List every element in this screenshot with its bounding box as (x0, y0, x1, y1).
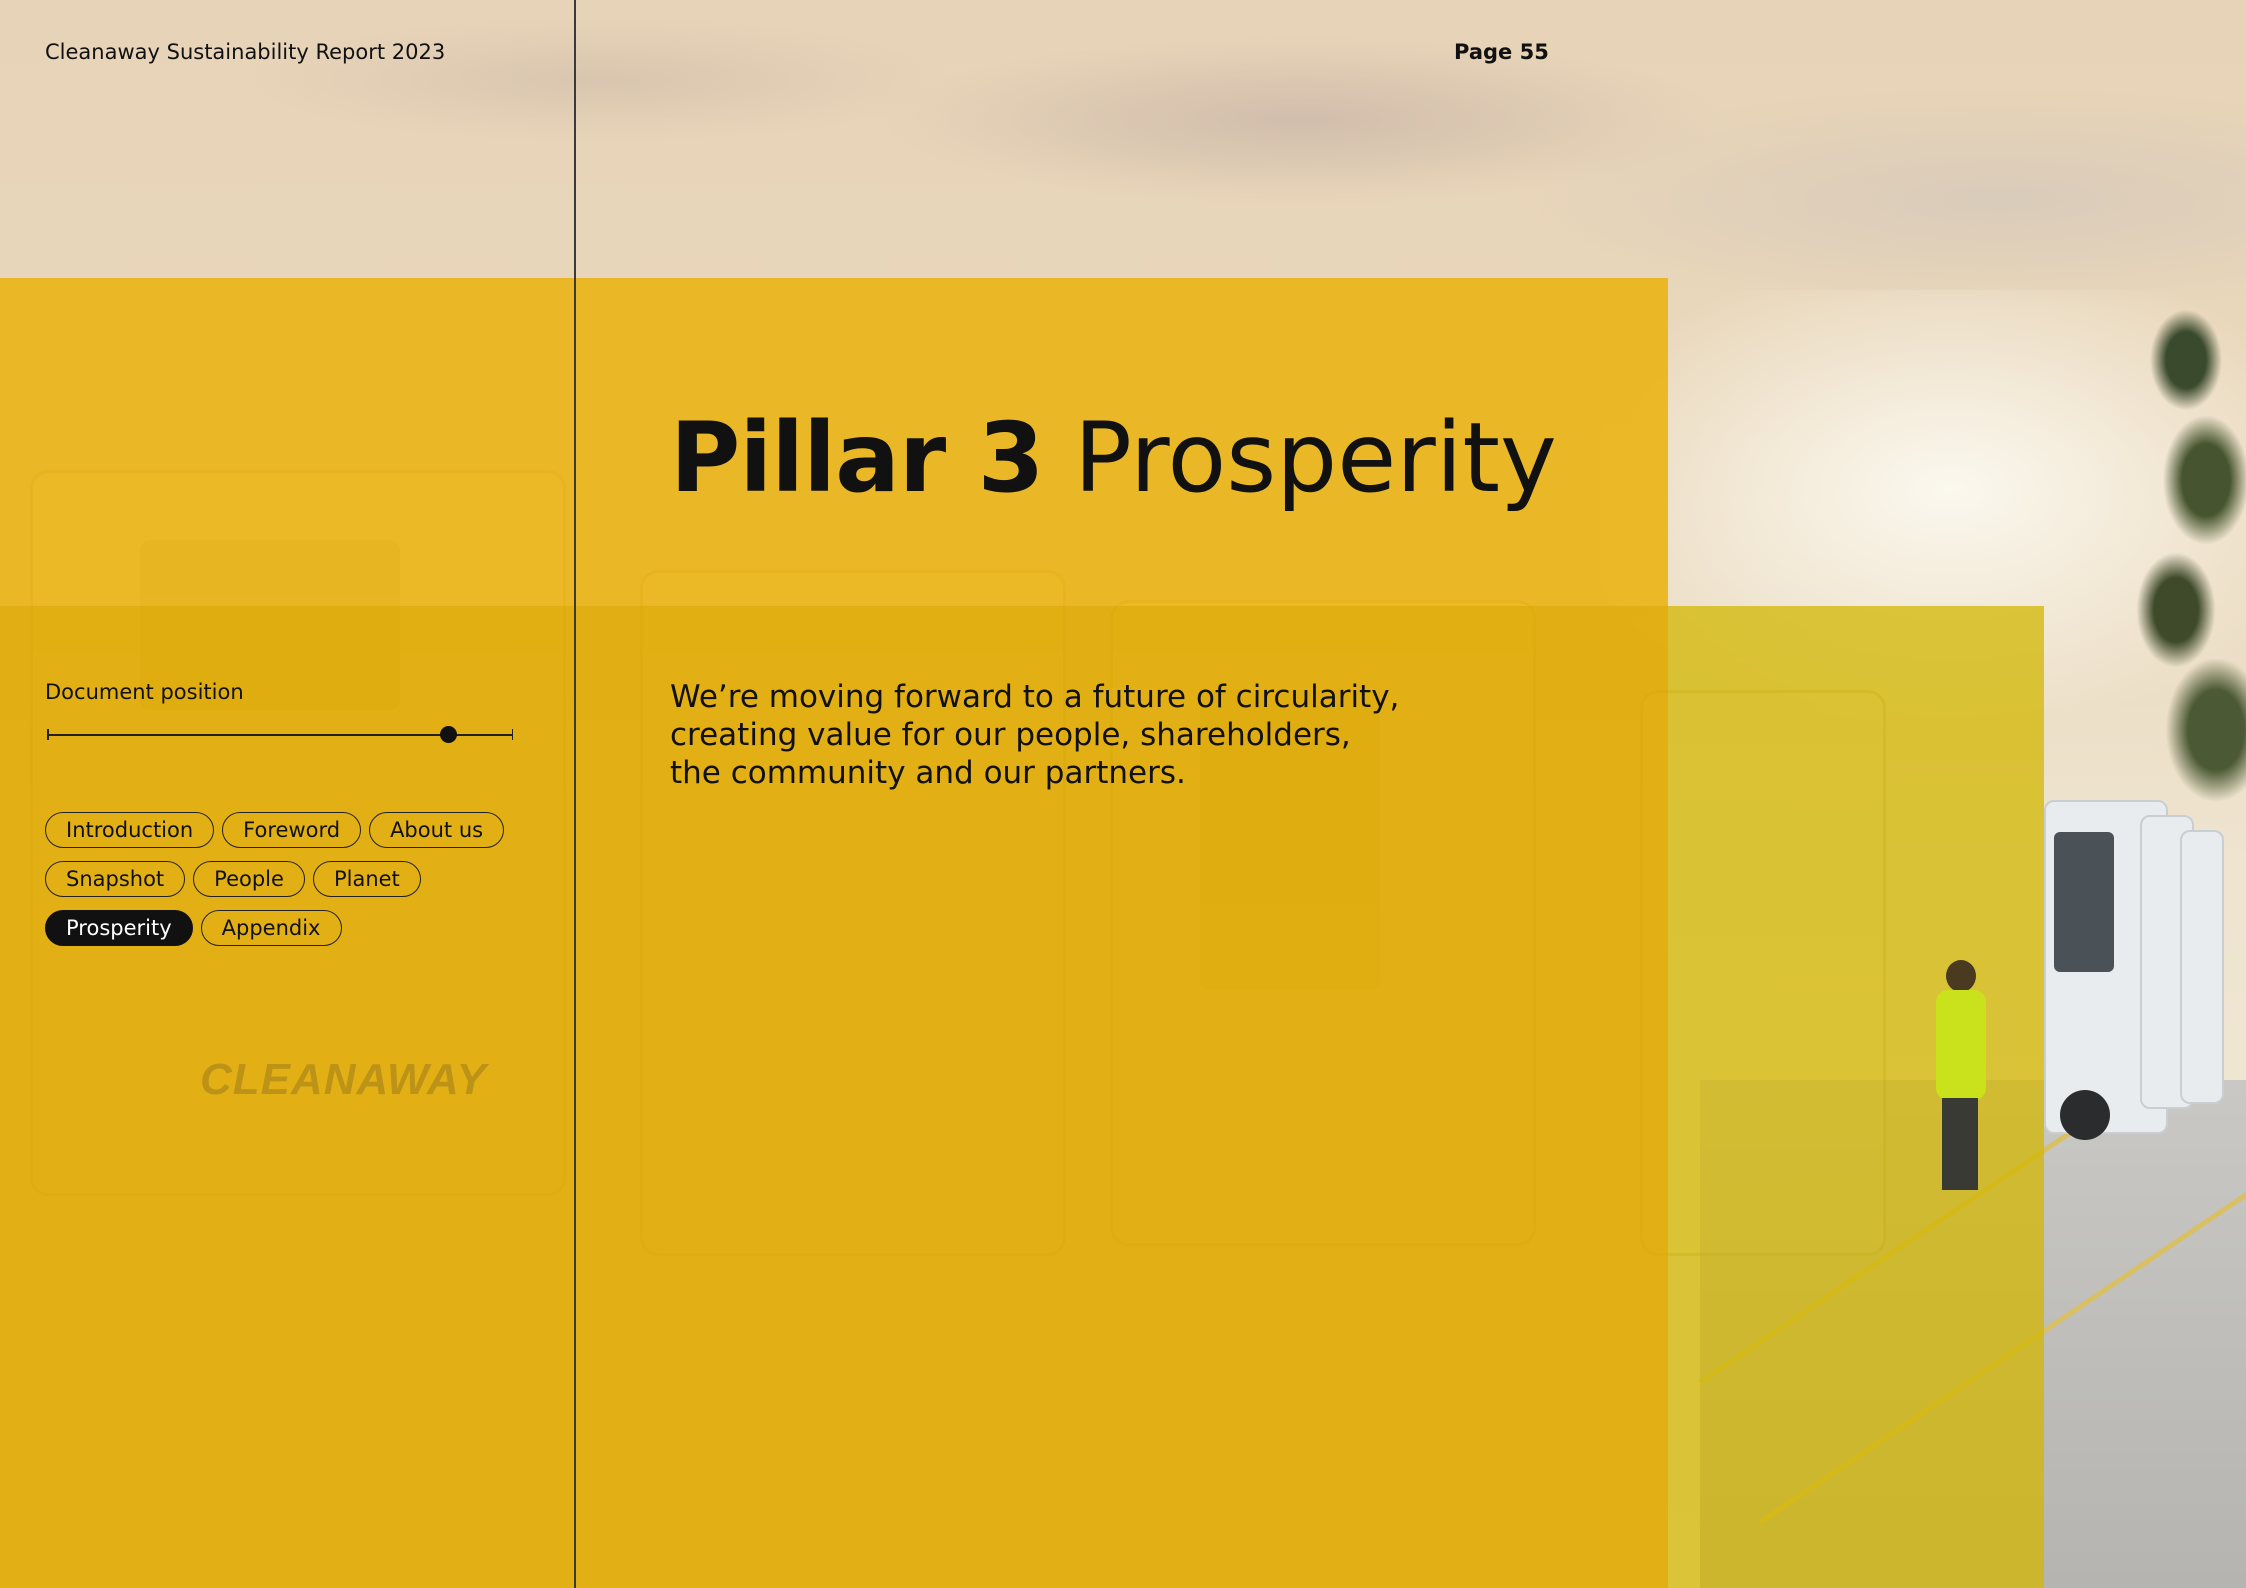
nav-prosperity[interactable]: Prosperity (45, 910, 193, 946)
worker-legs (1942, 1098, 1978, 1190)
nav-row: Snapshot People Planet (45, 861, 535, 897)
intro-text: We’re moving forward to a future of circ… (670, 678, 1490, 792)
nav-foreword[interactable]: Foreword (222, 812, 362, 848)
slider-tick-end (511, 729, 513, 740)
section-nav: Introduction Foreword About us Snapshot … (45, 812, 535, 959)
report-title: Cleanaway Sustainability Report 2023 (45, 40, 446, 64)
truck-logo-text: CLEANAWAY (200, 1055, 487, 1104)
nav-introduction[interactable]: Introduction (45, 812, 215, 848)
slider-tick-start (47, 729, 49, 740)
slider-knob[interactable] (439, 726, 457, 743)
worker-figure (1932, 960, 1988, 1190)
heading-title: Prosperity (1073, 402, 1557, 514)
page-number: Page 55 (1454, 40, 1549, 64)
intro-line: the community and our partners. (670, 755, 1186, 791)
intro-line: creating value for our people, sharehold… (670, 717, 1351, 753)
truck-window (2054, 832, 2114, 972)
document-position-label: Document position (45, 680, 244, 704)
heading-pillar: Pillar 3 (670, 402, 1044, 514)
sidebar-divider (574, 0, 576, 1588)
intro-line: We’re moving forward to a future of circ… (670, 679, 1400, 715)
nav-about-us[interactable]: About us (369, 812, 505, 848)
worker-hi-vis-vest (1936, 990, 1986, 1100)
nav-row: Introduction Foreword About us (45, 812, 535, 848)
truck-wheel (2060, 1090, 2110, 1140)
nav-snapshot[interactable]: Snapshot (45, 861, 186, 897)
nav-planet[interactable]: Planet (312, 861, 421, 897)
page-heading: Pillar 3 Prosperity (670, 410, 1557, 506)
truck (2180, 830, 2224, 1104)
worker-head (1946, 960, 1976, 992)
trees (2116, 280, 2246, 820)
nav-row: Prosperity Appendix (45, 910, 535, 946)
document-position-slider[interactable] (47, 726, 513, 743)
nav-appendix[interactable]: Appendix (200, 910, 342, 946)
nav-people[interactable]: People (193, 861, 305, 897)
